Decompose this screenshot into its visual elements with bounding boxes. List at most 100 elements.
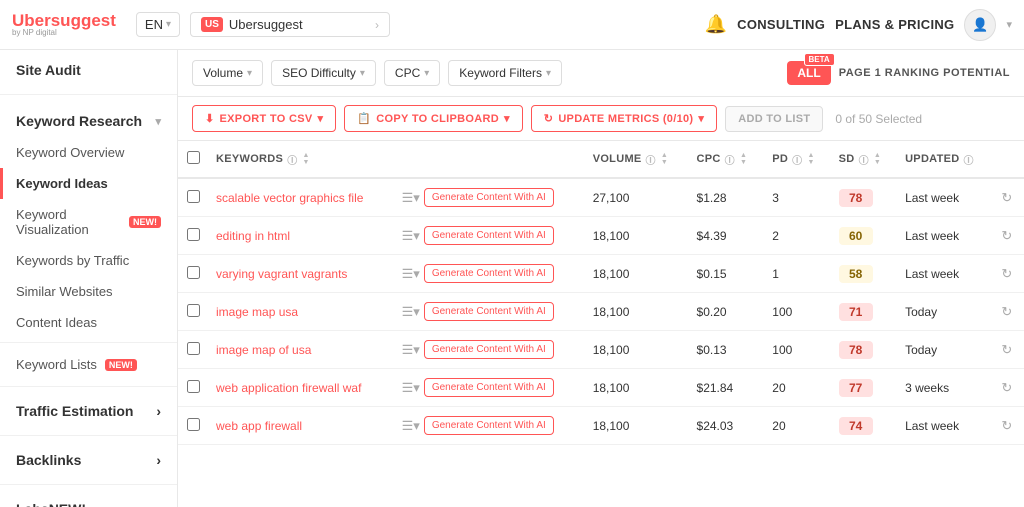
keyword-menu-icon[interactable]: ☰▾: [402, 228, 420, 244]
row-refresh-icon[interactable]: ↻: [1001, 228, 1012, 243]
sidebar-section-keyword-research[interactable]: Keyword Research ▾: [0, 99, 177, 137]
row-refresh-icon[interactable]: ↻: [1001, 190, 1012, 205]
sidebar-item-keyword-visualization[interactable]: Keyword Visualization NEW!: [0, 199, 177, 245]
keyword-link[interactable]: image map usa: [216, 305, 298, 319]
keyword-link[interactable]: web application firewall waf: [216, 381, 361, 395]
row-checkbox-cell: [178, 217, 208, 255]
plans-link[interactable]: PLANS & PRICING: [835, 17, 954, 32]
all-button[interactable]: BETA ALL: [787, 61, 830, 85]
pd-sort-icon[interactable]: ▲▼: [807, 152, 814, 166]
cpc-cell: $1.28: [689, 178, 765, 217]
update-metrics-button[interactable]: ↻ UPDATE METRICS (0/10) ▾: [531, 105, 717, 132]
sidebar-section-backlinks[interactable]: Backlinks ›: [0, 440, 177, 480]
keyword-cell: image map usa: [208, 293, 394, 331]
updated-info-icon: ⓘ: [964, 152, 974, 167]
generate-ai-button[interactable]: Generate Content With AI: [424, 264, 554, 283]
keyword-lists-new-badge: NEW!: [105, 359, 137, 371]
seo-difficulty-filter[interactable]: SEO Difficulty ▾: [271, 60, 376, 86]
user-avatar[interactable]: 👤: [964, 9, 996, 41]
keyword-link[interactable]: scalable vector graphics file: [216, 191, 363, 205]
new-badge: NEW!: [129, 216, 161, 228]
keyword-menu-icon[interactable]: ☰▾: [402, 418, 420, 434]
generate-ai-button[interactable]: Generate Content With AI: [424, 378, 554, 397]
row-checkbox[interactable]: [187, 380, 200, 393]
bell-icon[interactable]: 🔔: [705, 14, 727, 35]
keyword-filters-filter[interactable]: Keyword Filters ▾: [448, 60, 562, 86]
generate-ai-button[interactable]: Generate Content With AI: [424, 302, 554, 321]
row-refresh-icon[interactable]: ↻: [1001, 266, 1012, 281]
cpc-sort-icon[interactable]: ▲▼: [740, 152, 747, 166]
generate-ai-button[interactable]: Generate Content With AI: [424, 226, 554, 245]
keyword-link[interactable]: editing in html: [216, 229, 290, 243]
generate-ai-button[interactable]: Generate Content With AI: [424, 416, 554, 435]
export-csv-button[interactable]: ⬇ EXPORT TO CSV ▾: [192, 105, 336, 132]
keyword-research-label: Keyword Research: [16, 113, 142, 129]
keyword-menu-icon[interactable]: ☰▾: [402, 190, 420, 206]
row-refresh-icon[interactable]: ↻: [1001, 304, 1012, 319]
cpc-cell: $4.39: [689, 217, 765, 255]
row-checkbox[interactable]: [187, 418, 200, 431]
pd-cell: 20: [764, 407, 830, 445]
th-pd[interactable]: PD ⓘ ▲▼: [764, 141, 830, 178]
row-actions-cell: ☰▾ Generate Content With AI: [394, 178, 585, 217]
keyword-menu-icon[interactable]: ☰▾: [402, 266, 420, 282]
row-checkbox[interactable]: [187, 304, 200, 317]
volume-sort-icon[interactable]: ▲▼: [661, 152, 668, 166]
th-updated[interactable]: UPDATED ⓘ: [897, 141, 993, 178]
table-row: editing in html ☰▾ Generate Content With…: [178, 217, 1024, 255]
row-checkbox-cell: [178, 255, 208, 293]
sidebar-section-labs[interactable]: Labs NEW! ›: [0, 489, 177, 507]
copy-clipboard-button[interactable]: 📋 COPY TO CLIPBOARD ▾: [344, 105, 522, 132]
add-to-list-button[interactable]: ADD TO LIST: [725, 106, 823, 132]
th-actions: [993, 141, 1024, 178]
sidebar-item-similar-websites[interactable]: Similar Websites: [0, 276, 177, 307]
row-checkbox[interactable]: [187, 190, 200, 203]
sidebar-item-keyword-ideas[interactable]: Keyword Ideas: [0, 168, 177, 199]
sidebar-item-keyword-lists[interactable]: Keyword Lists NEW!: [0, 347, 177, 382]
keyword-menu-icon[interactable]: ☰▾: [402, 304, 420, 320]
sidebar-section-traffic-estimation[interactable]: Traffic Estimation ›: [0, 391, 177, 431]
consulting-link[interactable]: CONSULTING: [737, 17, 825, 32]
row-refresh-icon[interactable]: ↻: [1001, 380, 1012, 395]
volume-cell: 18,100: [585, 369, 689, 407]
row-refresh-icon[interactable]: ↻: [1001, 418, 1012, 433]
volume-filter[interactable]: Volume ▾: [192, 60, 263, 86]
volume-cell: 18,100: [585, 331, 689, 369]
generate-ai-button[interactable]: Generate Content With AI: [424, 188, 554, 207]
language-selector[interactable]: EN ▾: [136, 12, 180, 37]
keyword-menu-icon[interactable]: ☰▾: [402, 380, 420, 396]
keyword-link[interactable]: varying vagrant vagrants: [216, 267, 347, 281]
select-all-checkbox[interactable]: [187, 151, 200, 164]
keyword-menu-icon[interactable]: ☰▾: [402, 342, 420, 358]
row-refresh-icon[interactable]: ↻: [1001, 342, 1012, 357]
generate-ai-button[interactable]: Generate Content With AI: [424, 340, 554, 359]
th-cpc[interactable]: CPC ⓘ ▲▼: [689, 141, 765, 178]
th-volume[interactable]: VOLUME ⓘ ▲▼: [585, 141, 689, 178]
th-sd[interactable]: SD ⓘ ▲▼: [831, 141, 897, 178]
keyword-link[interactable]: image map of usa: [216, 343, 311, 357]
sidebar-item-content-ideas[interactable]: Content Ideas: [0, 307, 177, 338]
pd-cell: 100: [764, 331, 830, 369]
sidebar-item-keywords-by-traffic[interactable]: Keywords by Traffic: [0, 245, 177, 276]
avatar-chevron-icon[interactable]: ▾: [1006, 18, 1012, 31]
export-chevron-icon: ▾: [317, 112, 323, 125]
logo-text: Ubersuggest: [12, 12, 116, 29]
th-keywords[interactable]: KEYWORDS ⓘ ▲▼: [208, 141, 585, 178]
row-checkbox[interactable]: [187, 266, 200, 279]
row-actions-cell: ☰▾ Generate Content With AI: [394, 293, 585, 331]
search-bar[interactable]: US Ubersuggest ›: [190, 12, 390, 37]
cpc-info-icon: ⓘ: [725, 152, 735, 167]
row-checkbox[interactable]: [187, 228, 200, 241]
sidebar-item-site-audit[interactable]: Site Audit: [0, 50, 177, 90]
row-checkbox[interactable]: [187, 342, 200, 355]
sidebar-item-keyword-overview[interactable]: Keyword Overview: [0, 137, 177, 168]
logo[interactable]: Ubersuggest by NP digital: [12, 12, 116, 37]
pd-cell: 1: [764, 255, 830, 293]
cpc-filter[interactable]: CPC ▾: [384, 60, 440, 86]
keywords-sort-icon[interactable]: ▲▼: [303, 152, 310, 166]
sd-sort-icon[interactable]: ▲▼: [874, 152, 881, 166]
keyword-link[interactable]: web app firewall: [216, 419, 302, 433]
backlinks-label: Backlinks: [16, 452, 81, 468]
table-row: web app firewall ☰▾ Generate Content Wit…: [178, 407, 1024, 445]
pd-cell: 2: [764, 217, 830, 255]
